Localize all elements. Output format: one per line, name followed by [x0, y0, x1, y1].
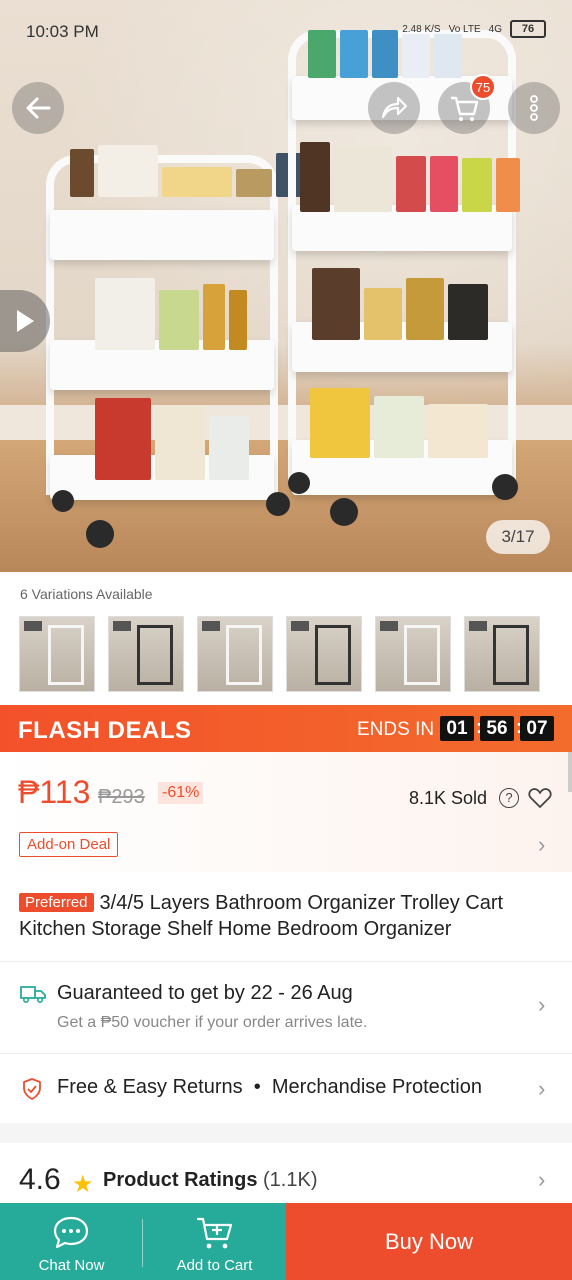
variation-thumb[interactable] [286, 616, 362, 692]
returns-text: Free & Easy Returns • Merchandise Protec… [57, 1076, 482, 1098]
flash-deals-banner[interactable]: FLASH DEALS ENDS IN 01 : 56 : 07 [0, 705, 572, 752]
current-price: ₱113 [18, 774, 91, 810]
wheel [492, 474, 518, 500]
variations-label: 6 Variations Available [20, 586, 153, 602]
status-bar: 10:03 PM 2.48 K/S Vo LTE 4G 76 [0, 0, 572, 60]
chat-icon [53, 1216, 89, 1249]
variation-thumb[interactable] [108, 616, 184, 692]
cart-button[interactable]: 75 [438, 74, 496, 134]
share-button[interactable] [368, 82, 420, 134]
timer-minutes: 56 [480, 716, 514, 741]
product-image[interactable]: 10:03 PM 2.48 K/S Vo LTE 4G 76 75 3/17 [0, 0, 572, 572]
timer-seconds: 07 [520, 716, 554, 741]
more-button[interactable] [508, 82, 560, 134]
chevron-right-icon: › [538, 992, 546, 1017]
variations-section: 6 Variations Available [0, 572, 572, 702]
ratings-row[interactable]: 4.6 ★ Product Ratings (1.1K) › [0, 1143, 572, 1205]
cart-badge: 75 [470, 74, 496, 100]
variation-thumb[interactable] [375, 616, 451, 692]
flash-deals-title: FLASH DEALS [18, 717, 192, 744]
wheel [52, 490, 74, 512]
help-icon[interactable]: ? [499, 788, 519, 808]
discount-badge: -61% [158, 782, 204, 804]
original-price: ₱293 [98, 786, 145, 808]
product-title-section: Preferred 3/4/5 Layers Bathroom Organizer… [0, 872, 572, 962]
rating-score: 4.6 [19, 1163, 61, 1196]
buy-now-button[interactable]: Buy Now [286, 1203, 572, 1280]
add-cart-icon [197, 1217, 233, 1249]
shipping-row[interactable]: Guaranteed to get by 22 - 26 Aug Get a ₱… [0, 962, 572, 1054]
network-label: Vo LTE [448, 23, 481, 35]
speed-readout: 2.48 K/S [402, 23, 441, 35]
shield-icon [23, 1078, 41, 1100]
left-cart-goods [70, 145, 316, 197]
ratings-label: Product Ratings (1.1K) [103, 1169, 318, 1191]
chevron-right-icon[interactable]: › [538, 832, 545, 858]
chat-now-label: Chat Now [38, 1257, 105, 1274]
variation-thumb[interactable] [197, 616, 273, 692]
wheel [288, 472, 310, 494]
back-button[interactable] [12, 82, 64, 134]
add-to-cart-label: Add to Cart [176, 1257, 253, 1274]
bottom-action-bar: Chat Now Add to Cart Buy Now [0, 1203, 572, 1280]
right-cart-goods [310, 388, 488, 458]
left-cart-goods [95, 278, 247, 350]
returns-row[interactable]: Free & Easy Returns • Merchandise Protec… [0, 1054, 572, 1123]
image-counter: 3/17 [486, 520, 550, 554]
more-icon [530, 95, 538, 121]
add-to-cart-button[interactable]: Add to Cart [143, 1203, 286, 1280]
wheel [330, 498, 358, 526]
status-time: 10:03 PM [26, 22, 99, 41]
right-cart-goods [300, 142, 520, 212]
chevron-right-icon: › [538, 1167, 546, 1192]
price-section: ₱113 ₱293 -61% 8.1K Sold ? Add-on Deal › [0, 752, 572, 872]
status-icons: 2.48 K/S Vo LTE 4G 76 [402, 20, 546, 38]
shipping-subtitle: Get a ₱50 voucher if your order arrives … [57, 1014, 368, 1031]
preferred-badge: Preferred [19, 893, 94, 912]
variation-thumb[interactable] [19, 616, 95, 692]
battery-icon: 76 [510, 20, 546, 38]
back-arrow-icon [26, 97, 51, 119]
heart-icon[interactable] [528, 787, 552, 809]
left-cart-shelf [50, 210, 274, 260]
wheel [86, 520, 114, 548]
left-cart-goods [95, 398, 249, 480]
chevron-right-icon: › [538, 1076, 546, 1101]
truck-icon [20, 986, 46, 1004]
chat-now-button[interactable]: Chat Now [0, 1203, 143, 1280]
sold-count: 8.1K Sold [409, 788, 488, 808]
product-title: Preferred 3/4/5 Layers Bathroom Organizer… [19, 890, 559, 942]
variation-thumbnails [19, 616, 540, 692]
shipping-title: Guaranteed to get by 22 - 26 Aug [57, 982, 353, 1004]
signal-label: 4G [488, 23, 502, 35]
right-cart-goods [312, 268, 488, 340]
wheel [266, 492, 290, 516]
timer-hours: 01 [440, 716, 474, 741]
ends-in-label: ENDS IN [357, 719, 435, 740]
star-icon: ★ [72, 1171, 94, 1198]
scrollbar[interactable] [568, 752, 572, 792]
variation-thumb[interactable] [464, 616, 540, 692]
add-on-deal-tag[interactable]: Add-on Deal [19, 832, 119, 857]
section-gap [0, 1123, 572, 1143]
play-icon [17, 310, 34, 332]
share-icon [381, 96, 408, 119]
